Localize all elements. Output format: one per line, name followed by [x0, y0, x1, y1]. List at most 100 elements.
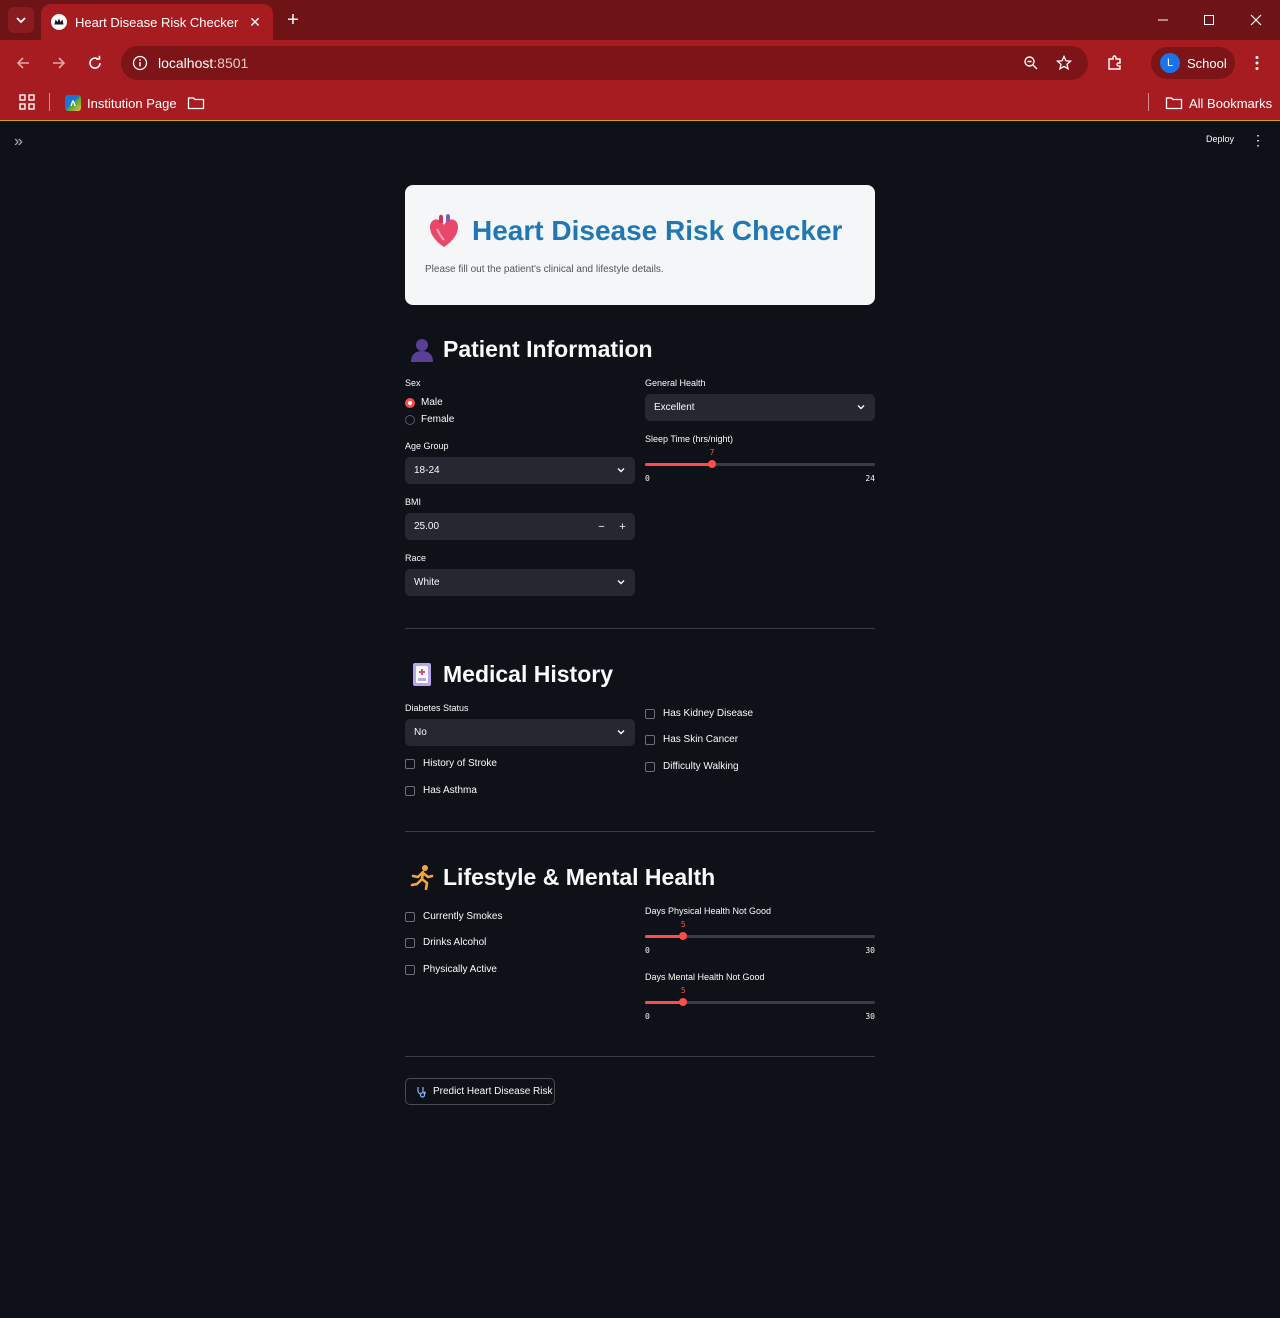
checkbox-alcohol[interactable]: Drinks Alcohol [405, 937, 486, 948]
bookmark-folder[interactable] [187, 91, 205, 115]
slider-max: 24 [865, 474, 875, 483]
section-title-patient: Patient Information [443, 336, 653, 362]
close-window-icon[interactable] [1233, 0, 1279, 40]
checkbox-label: Difficulty Walking [663, 761, 739, 772]
sidebar-expand-icon[interactable]: » [14, 134, 30, 150]
back-arrow-icon[interactable] [9, 49, 37, 77]
bmi-label: BMI [405, 497, 422, 507]
slider-thumb[interactable] [708, 460, 717, 468]
slider-value: 7 [709, 448, 715, 457]
checkbox-box[interactable] [405, 911, 415, 922]
checkbox-box[interactable] [405, 785, 415, 796]
chevron-down-icon [617, 468, 625, 473]
slider-min: 0 [645, 946, 650, 955]
browser-tab[interactable]: Heart Disease Risk Checker ✕ [41, 4, 273, 40]
bookmarks-separator-right [1148, 93, 1149, 111]
extensions-icon[interactable] [1101, 49, 1129, 77]
checkbox-box[interactable] [405, 964, 415, 975]
bust-silhouette-icon [411, 339, 433, 362]
predict-button[interactable]: Predict Heart Disease Risk [405, 1078, 555, 1105]
slider-min: 0 [645, 474, 650, 483]
site-info-icon[interactable] [123, 46, 157, 80]
close-tab-icon[interactable]: ✕ [247, 14, 263, 30]
minimize-icon[interactable] [1140, 0, 1186, 40]
checkbox-asthma[interactable]: Has Asthma [405, 785, 477, 796]
checkbox-label: Has Skin Cancer [663, 734, 739, 745]
race-label: Race [405, 553, 427, 563]
apps-grid-icon[interactable] [18, 93, 36, 111]
address-bar[interactable]: localhost:8501 [121, 46, 1088, 80]
browser-menu-icon[interactable] [1243, 49, 1271, 77]
bmi-number-input[interactable]: 25.00 − + [405, 513, 635, 540]
zoom-icon[interactable] [1019, 51, 1043, 75]
checkbox-box[interactable] [645, 708, 655, 719]
slider-value: 5 [680, 986, 686, 995]
sleep-time-label: Sleep Time (hrs/night) [645, 434, 734, 444]
slider-value: 5 [680, 920, 686, 929]
increment-button[interactable]: + [612, 513, 633, 540]
general-health-select[interactable]: Excellent [645, 394, 875, 421]
checkbox-walking[interactable]: Difficulty Walking [645, 761, 739, 772]
section-title-medical: Medical History [443, 661, 613, 687]
section-title-lifestyle: Lifestyle & Mental Health [443, 864, 716, 890]
diabetes-select[interactable]: No [405, 719, 635, 746]
chevron-down-icon [16, 17, 26, 24]
checkbox-box[interactable] [645, 761, 655, 772]
forward-arrow-icon[interactable] [45, 49, 73, 77]
sex-label: Sex [405, 378, 421, 388]
race-select[interactable]: White [405, 569, 635, 596]
new-tab-icon[interactable]: + [282, 9, 304, 31]
sleep-time-slider[interactable]: 7 0 24 [645, 444, 875, 483]
predict-button-label: Predict Heart Disease Risk [433, 1086, 553, 1097]
slider-max: 30 [865, 946, 875, 955]
section-divider [405, 1056, 875, 1057]
app-menu-icon[interactable]: ⋮ [1251, 133, 1265, 149]
folder-icon [1165, 97, 1183, 110]
bookmark-star-icon[interactable] [1052, 51, 1076, 75]
institution-logo-icon: ʌ [65, 95, 81, 111]
slider-fill [645, 463, 713, 466]
physical-health-slider[interactable]: 5 0 30 [645, 916, 875, 955]
section-divider [405, 831, 875, 832]
page-subtitle: Please fill out the patient's clinical a… [425, 264, 664, 275]
checkbox-label: Physically Active [423, 964, 497, 975]
checkbox-stroke[interactable]: History of Stroke [405, 758, 497, 769]
slider-thumb[interactable] [679, 998, 688, 1006]
all-bookmarks-button[interactable]: All Bookmarks [1165, 91, 1272, 115]
decrement-button[interactable]: − [591, 513, 612, 540]
diabetes-label: Diabetes Status [405, 703, 469, 713]
checkbox-skin-cancer[interactable]: Has Skin Cancer [645, 734, 738, 745]
checkbox-box[interactable] [405, 937, 415, 948]
checkbox-box[interactable] [645, 734, 655, 745]
checkbox-smokes[interactable]: Currently Smokes [405, 911, 502, 922]
mental-health-slider[interactable]: 5 0 30 [645, 982, 875, 1021]
age-group-select[interactable]: 18-24 [405, 457, 635, 484]
checkbox-label: Currently Smokes [423, 911, 503, 922]
tab-search-button[interactable] [8, 7, 34, 33]
checkbox-box[interactable] [405, 758, 415, 769]
general-health-label: General Health [645, 378, 706, 388]
slider-max: 30 [865, 1012, 875, 1021]
checkbox-label: Drinks Alcohol [423, 937, 487, 948]
slider-thumb[interactable] [679, 932, 688, 940]
physical-health-label: Days Physical Health Not Good [645, 906, 772, 916]
select-value: No [414, 727, 427, 738]
select-value: 18-24 [414, 465, 440, 476]
radio-selected-icon [405, 397, 415, 408]
maximize-icon[interactable] [1186, 0, 1232, 40]
browser-toolbar: localhost:8501 L School [0, 40, 1280, 85]
checkbox-kidney[interactable]: Has Kidney Disease [645, 708, 753, 719]
chevron-down-icon [617, 730, 625, 735]
sex-radio-female[interactable]: Female [405, 414, 454, 425]
stethoscope-icon [417, 1086, 426, 1098]
chevron-down-icon [617, 580, 625, 585]
deploy-button[interactable]: Deploy [1206, 134, 1234, 144]
reload-icon[interactable] [81, 49, 109, 77]
checkbox-active[interactable]: Physically Active [405, 964, 497, 975]
streamlit-crown-icon [51, 14, 67, 30]
profile-button[interactable]: L School [1151, 47, 1235, 79]
chevron-down-icon [857, 405, 865, 410]
sex-radio-male[interactable]: Male [405, 397, 443, 408]
bookmark-institution-page[interactable]: ʌ Institution Page [65, 91, 177, 115]
bookmarks-separator [49, 93, 50, 111]
